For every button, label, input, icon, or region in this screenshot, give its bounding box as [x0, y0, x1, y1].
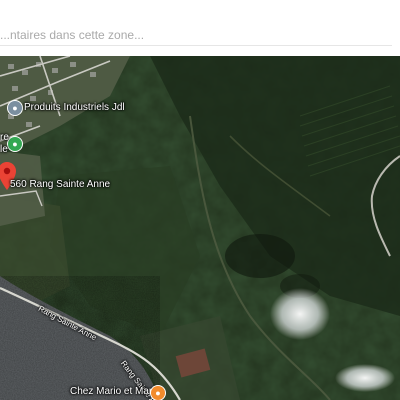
- place-label-chez-mario[interactable]: Chez Mario et Mario: [70, 386, 160, 397]
- place-label-produits-industriels[interactable]: Produits Industriels Jdl: [24, 102, 125, 113]
- park-icon[interactable]: ●: [8, 137, 22, 151]
- selected-place-label[interactable]: 560 Rang Sainte Anne: [10, 179, 110, 190]
- store-icon[interactable]: ●: [8, 101, 22, 115]
- cloud: [270, 288, 330, 340]
- partial-place-label: re: [0, 132, 9, 143]
- satellite-map[interactable]: ● re le ● Produits Industriels Jdl 560 R…: [0, 56, 400, 400]
- search-input[interactable]: [0, 25, 392, 46]
- search-bar: [0, 0, 400, 56]
- cloud: [335, 364, 395, 392]
- partial-place-label: le: [0, 144, 8, 155]
- restaurant-icon[interactable]: ●: [151, 386, 165, 400]
